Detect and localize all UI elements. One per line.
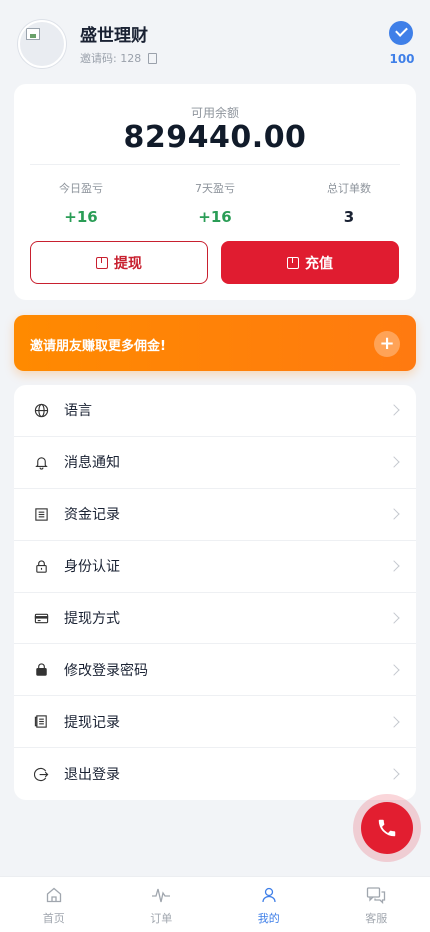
withdraw-button[interactable]: 提现 (30, 241, 208, 284)
promo-text: 邀请朋友赚取更多佣金! (30, 339, 166, 354)
menu-label: 提现记录 (64, 714, 120, 731)
home-icon (46, 887, 61, 903)
balance-label: 可用余额 (190, 106, 239, 120)
lock-solid-icon (36, 663, 47, 677)
menu-label: 语言 (64, 403, 92, 420)
nav-label: 订单 (150, 912, 173, 925)
menu-item-language[interactable]: 语言 (14, 385, 416, 437)
username: 盛世理财 (80, 26, 148, 46)
nav-label: 客服 (365, 912, 388, 925)
bell-icon (35, 457, 48, 470)
menu-label: 资金记录 (64, 507, 120, 524)
stat-value: 3 (343, 208, 355, 226)
chevron-right-icon (388, 716, 400, 728)
copy-icon[interactable] (148, 52, 158, 64)
phone-call-button[interactable] (361, 802, 413, 854)
chevron-right-icon (388, 456, 400, 468)
nav-label: 我的 (257, 912, 280, 925)
logout-icon (34, 767, 49, 781)
chevron-right-icon (388, 768, 400, 780)
settings-menu: 语言 消息通知 资金记录 身份认证 提现方式 修改登录密码 提现记录 退出登录 (14, 385, 416, 800)
chevron-right-icon (388, 404, 400, 417)
menu-item-change-password[interactable]: 修改登录密码 (14, 644, 416, 697)
menu-label: 提现方式 (64, 611, 120, 627)
stat-7day-pnl: 7天盈亏 +16 (148, 180, 282, 226)
invite-promo-banner[interactable]: 邀请朋友赚取更多佣金! + (14, 315, 416, 371)
bottom-nav: 首页 订单 我的 客服 (0, 876, 430, 932)
menu-item-logout[interactable]: 退出登录 (14, 748, 416, 800)
balance-card: 可用余额 829440.00 今日盈亏 +16 7天盈亏 +16 总订单数 3 … (14, 84, 416, 300)
menu-label: 退出登录 (64, 767, 120, 784)
stat-label: 总订单数 (327, 182, 371, 195)
stat-value: +16 (198, 208, 232, 226)
recharge-label: 充值 (305, 255, 333, 272)
download-box-icon (96, 256, 108, 269)
menu-item-notifications[interactable]: 消息通知 (14, 437, 416, 489)
chevron-right-icon (388, 508, 400, 520)
verified-check-icon (389, 21, 413, 45)
stat-value: +16 (64, 208, 98, 226)
stat-label: 7天盈亏 (195, 182, 235, 195)
chat-icon (367, 887, 386, 904)
menu-item-withdraw-records[interactable]: 提现记录 (14, 696, 416, 749)
user-icon (262, 887, 276, 903)
recharge-button[interactable]: 充值 (221, 241, 399, 284)
balance-value: 829440.00 (123, 120, 307, 155)
menu-label: 修改登录密码 (64, 662, 148, 679)
upload-box-icon (287, 256, 299, 269)
pulse-icon (152, 888, 171, 903)
avatar[interactable] (18, 20, 66, 68)
menu-item-withdraw-method[interactable]: 提现方式 (14, 593, 416, 645)
invite-code-text: 邀请码: 128 (80, 52, 142, 65)
list-icon (35, 508, 48, 521)
record-icon (34, 715, 47, 728)
chevron-right-icon (388, 612, 400, 624)
broken-image-icon (26, 28, 40, 40)
nav-item-home[interactable]: 首页 (0, 877, 108, 932)
chevron-right-icon (388, 560, 400, 572)
profile-header: 盛世理财 邀请码: 128 100 (0, 0, 430, 80)
stat-total-orders: 总订单数 3 (282, 180, 416, 226)
stat-label: 今日盈亏 (59, 182, 103, 195)
menu-item-identity[interactable]: 身份认证 (14, 541, 416, 593)
menu-label: 消息通知 (64, 455, 120, 472)
card-icon (34, 613, 49, 623)
divider (30, 164, 400, 165)
stats-row: 今日盈亏 +16 7天盈亏 +16 总订单数 3 (14, 180, 416, 226)
phone-icon (378, 819, 396, 837)
globe-icon (34, 403, 49, 418)
lock-outline-icon (36, 559, 47, 573)
chevron-right-icon (388, 664, 400, 676)
plus-icon[interactable]: + (374, 331, 400, 357)
nav-item-orders[interactable]: 订单 (108, 877, 216, 932)
withdraw-label: 提现 (114, 255, 142, 272)
nav-item-service[interactable]: 客服 (323, 877, 430, 932)
credit-score: 100 (389, 52, 415, 66)
nav-label: 首页 (42, 912, 65, 925)
stat-today-pnl: 今日盈亏 +16 (14, 180, 148, 226)
menu-label: 身份认证 (64, 559, 120, 576)
menu-item-fund-records[interactable]: 资金记录 (14, 489, 416, 541)
nav-item-mine[interactable]: 我的 (215, 877, 323, 932)
invite-code: 邀请码: 128 (80, 50, 158, 66)
